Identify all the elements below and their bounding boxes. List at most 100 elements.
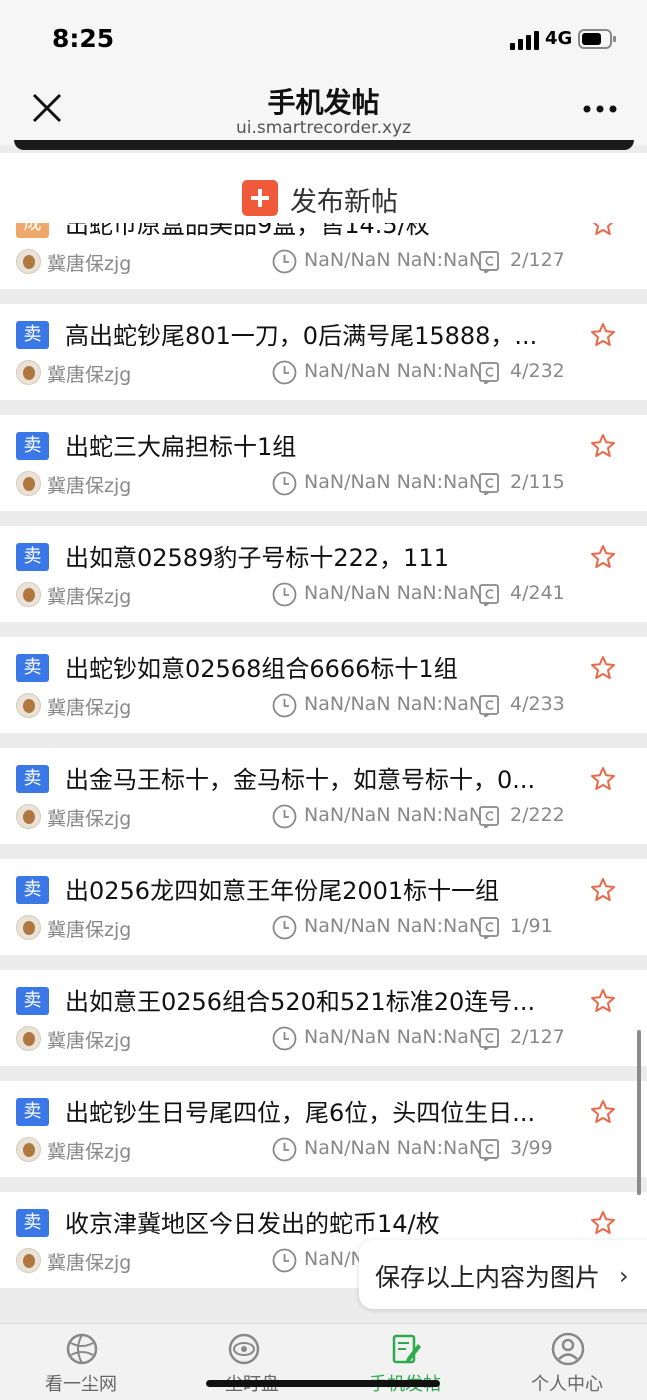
eye-icon xyxy=(228,1333,260,1365)
clock-icon xyxy=(272,249,297,274)
post-meta: 冀唐保zjg NaN/NaN NaN:NaN 2/222 xyxy=(16,804,636,830)
clock-icon xyxy=(272,804,297,829)
page-title: 手机发帖 xyxy=(267,86,380,119)
post-count: 2/115 xyxy=(510,471,565,493)
post-author: 冀唐保zjg xyxy=(47,1030,132,1052)
screen: 8:25 4G 手机发帖 ui.smartrecorder.xyz 发布新帖 成… xyxy=(0,0,647,1400)
reply-count-icon xyxy=(479,1028,499,1050)
status-time: 8:25 xyxy=(52,24,115,53)
home-indicator xyxy=(206,1380,440,1387)
avatar xyxy=(16,804,41,829)
post-time: NaN/NaN NaN:NaN xyxy=(304,915,480,937)
clock-icon xyxy=(272,1137,297,1162)
tab-profile[interactable]: 个人中心 xyxy=(486,1324,647,1400)
post-title[interactable]: 出0256龙四如意王年份尾2001标十一组 xyxy=(65,871,570,906)
more-icon[interactable] xyxy=(583,105,617,113)
post-title[interactable]: 出金马王标十，金马标十，如意号标十，0... xyxy=(65,760,570,795)
post-title[interactable]: 出蛇币原盒品美品9盒，售14.5/枚 xyxy=(65,223,570,240)
post-author: 冀唐保zjg xyxy=(47,364,132,386)
post-item[interactable]: 卖高出蛇钞尾801一刀，0后满号尾15888，... 冀唐保zjg NaN/NaN … xyxy=(0,304,647,400)
post-meta: 冀唐保zjg NaN/NaN NaN:NaN 2/127 xyxy=(16,1026,636,1052)
post-author: 冀唐保zjg xyxy=(47,586,132,608)
post-title[interactable]: 出蛇三大扁担标十1组 xyxy=(65,427,570,462)
post-item[interactable]: 卖出如意王0256组合520和521标准20连号... 冀唐保zjg NaN/NaN… xyxy=(0,970,647,1066)
post-title[interactable]: 出蛇钞生日号尾四位，尾6位，头四位生日... xyxy=(65,1093,570,1128)
star-icon[interactable] xyxy=(590,1099,616,1125)
post-time: NaN/NaN NaN:NaN xyxy=(304,1026,480,1048)
post-author: 冀唐保zjg xyxy=(47,1141,132,1163)
avatar xyxy=(16,1026,41,1051)
post-author: 冀唐保zjg xyxy=(47,697,132,719)
chevron-right-icon: › xyxy=(619,1262,629,1290)
post-time: NaN/NaN NaN:NaN xyxy=(304,471,480,493)
post-item[interactable]: 卖出蛇三大扁担标十1组 冀唐保zjg NaN/NaN NaN:NaN 2/115 xyxy=(0,415,647,511)
tab-label: 看一尘网 xyxy=(45,1374,117,1395)
clock-icon xyxy=(272,471,297,496)
post-time: NaN/NaN NaN:NaN xyxy=(304,804,480,826)
post-title[interactable]: 收京津冀地区今日发出的蛇币14/枚 xyxy=(65,1204,570,1239)
signal-icon xyxy=(510,31,539,50)
network-label: 4G xyxy=(545,28,573,49)
star-icon[interactable] xyxy=(590,544,616,570)
star-icon[interactable] xyxy=(590,988,616,1014)
post-meta: 冀唐保zjg NaN/NaN NaN:NaN 1/91 xyxy=(16,915,636,941)
page-url: ui.smartrecorder.xyz xyxy=(235,118,412,138)
post-type-badge: 卖 xyxy=(16,987,49,1015)
star-icon[interactable] xyxy=(590,223,616,237)
post-title[interactable]: 出如意02589豹子号标十222，111 xyxy=(65,538,570,573)
save-image-button[interactable]: 保存以上内容为图片 › xyxy=(359,1240,647,1309)
globe-icon xyxy=(66,1333,98,1365)
star-icon[interactable] xyxy=(590,877,616,903)
star-icon[interactable] xyxy=(590,1210,616,1236)
post-count: 2/127 xyxy=(510,249,565,271)
clock-icon xyxy=(272,1248,297,1273)
post-meta: 冀唐保zjg NaN/NaN NaN:NaN 3/99 xyxy=(16,1137,636,1163)
new-post-label: 发布新帖 xyxy=(290,187,398,218)
post-item[interactable]: 卖出金马王标十，金马标十，如意号标十，0... 冀唐保zjg NaN/NaN NaN… xyxy=(0,748,647,844)
reply-count-icon xyxy=(479,806,499,828)
avatar xyxy=(16,582,41,607)
post-author: 冀唐保zjg xyxy=(47,808,132,830)
post-type-badge: 成 xyxy=(16,223,49,238)
plus-icon xyxy=(242,180,278,216)
post-meta: 冀唐保zjg NaN/NaN NaN:NaN 4/232 xyxy=(16,360,636,386)
tab-label: 个人中心 xyxy=(531,1374,603,1395)
post-item[interactable]: 卖出0256龙四如意王年份尾2001标十一组冀唐保zjg NaN/NaN NaN:… xyxy=(0,859,647,955)
post-title[interactable]: 高出蛇钞尾801一刀，0后满号尾15888，... xyxy=(65,316,570,351)
avatar xyxy=(16,360,41,385)
post-item[interactable]: 卖出蛇钞生日号尾四位，尾6位，头四位生日... 冀唐保zjg NaN/NaN NaN… xyxy=(0,1081,647,1177)
post-type-badge: 卖 xyxy=(16,543,49,571)
post-meta: 冀唐保zjg NaN/NaN NaN:NaN 4/233 xyxy=(16,693,636,719)
clock-icon xyxy=(272,1026,297,1051)
star-icon[interactable] xyxy=(590,322,616,348)
post-time: NaN/NaN NaN:NaN xyxy=(304,360,480,382)
clock-icon xyxy=(272,915,297,940)
post-meta: 冀唐保zjg NaN/NaN NaN:NaN 2/115 xyxy=(16,471,636,497)
tab-post[interactable]: 手机发帖 xyxy=(324,1324,486,1400)
post-author: 冀唐保zjg xyxy=(47,253,132,275)
post-type-badge: 卖 xyxy=(16,1209,49,1237)
post-type-badge: 卖 xyxy=(16,876,49,904)
post-item[interactable]: 卖出蛇钞如意02568组合6666标十1组 冀唐保zjg NaN/NaN NaN:N… xyxy=(0,637,647,733)
scrollbar[interactable] xyxy=(637,1030,641,1195)
star-icon[interactable] xyxy=(590,433,616,459)
avatar xyxy=(16,471,41,496)
post-type-badge: 卖 xyxy=(16,432,49,460)
post-author: 冀唐保zjg xyxy=(47,1252,132,1274)
post-item[interactable]: 成 出蛇币原盒品美品9盒，售14.5/枚 冀唐保zjg NaN/NaN NaN:NaN… xyxy=(0,223,647,289)
tab-bar: 看一尘网 一尘盯盘 手机发帖 个人中心 xyxy=(0,1323,647,1400)
user-icon xyxy=(551,1332,585,1366)
post-title[interactable]: 出蛇钞如意02568组合6666标十1组 xyxy=(65,649,570,684)
clock-icon xyxy=(272,360,297,385)
post-item[interactable]: 卖出如意02589豹子号标十222，111 冀唐保zjg NaN/NaN NaN:N… xyxy=(0,526,647,622)
post-title[interactable]: 出如意王0256组合520和521标准20连号... xyxy=(65,982,570,1017)
reply-count-icon xyxy=(479,473,499,495)
tab-home[interactable]: 看一尘网 xyxy=(0,1324,162,1400)
save-image-label: 保存以上内容为图片 xyxy=(375,1263,601,1292)
star-icon[interactable] xyxy=(590,766,616,792)
post-type-badge: 卖 xyxy=(16,765,49,793)
avatar xyxy=(16,1248,41,1273)
new-post-button[interactable]: 发布新帖 xyxy=(0,153,647,223)
tab-watch[interactable]: 一尘盯盘 xyxy=(162,1324,324,1400)
star-icon[interactable] xyxy=(590,655,616,681)
